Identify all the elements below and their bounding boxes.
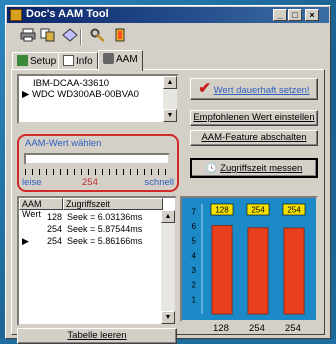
slider-max-label: schnell [144, 177, 174, 188]
tab-info-label: Info [76, 56, 93, 67]
y-tick-label-3: 3 [192, 266, 197, 275]
bar-0 [211, 225, 233, 315]
x-tick-label-1: 254 [249, 323, 265, 334]
title-bar: Doc's AAM Tool _ □ × [7, 7, 329, 23]
copy-icon[interactable] [38, 28, 58, 46]
access-time-chart: 1 2 3 4 5 6 7 128 254 254 [192, 203, 306, 315]
tab-aam-label: AAM [116, 54, 138, 65]
wrench-icon[interactable] [88, 28, 108, 46]
row-1-aam: 254 [47, 224, 63, 234]
drive-list[interactable]: IBM-DCAA-33610 ▶ WDC WD300AB-00BVA0 ▲ ▼ [17, 74, 179, 124]
app-window: Doc's AAM Tool _ □ × Setup Info AAM IBM-… [5, 5, 331, 344]
tab-setup-label: Setup [30, 56, 57, 67]
bar-data-label-1: 254 [251, 206, 265, 215]
measure-button[interactable]: 🕓 Zugriffszeit messen [190, 158, 318, 178]
column-header-time[interactable]: Zugriffszeit [63, 198, 163, 210]
set-recommended-button[interactable]: Empfohlenen Wert einstellen [190, 110, 318, 126]
setup-icon [17, 55, 28, 66]
row-1-time: Seek = 5.87544ms [67, 224, 143, 234]
slider-current-value: 254 [82, 177, 98, 188]
checkmark-icon: ✔ [198, 80, 211, 97]
set-permanent-label: Wert dauerhaft setzen! [213, 85, 310, 96]
drive-list-scrollbar[interactable]: ▲ ▼ [163, 76, 177, 122]
speaker-icon [103, 53, 114, 64]
measure-label: Zugriffszeit messen [220, 163, 303, 174]
clock-icon: 🕓 [205, 163, 218, 174]
results-table: AAM Wert Zugriffszeit 128 Seek = 6.03136… [17, 196, 177, 326]
chart-area: 1 2 3 4 5 6 7 128 254 254 128 254 254 [180, 196, 318, 334]
window-title: Doc's AAM Tool [26, 8, 109, 20]
aam-panel: IBM-DCAA-33610 ▶ WDC WD300AB-00BVA0 ▲ ▼ … [11, 69, 325, 344]
bar-data-label-0: 128 [215, 206, 229, 215]
aam-slider[interactable] [24, 153, 170, 165]
disable-aam-button[interactable]: AAM-Feature abschalten [190, 130, 318, 146]
tab-setup[interactable]: Setup [12, 52, 62, 70]
exit-icon[interactable] [110, 28, 130, 46]
bar-data-label-2: 254 [287, 206, 301, 215]
tab-aam[interactable]: AAM [98, 50, 143, 71]
bar-2 [283, 227, 305, 315]
drive-item-0[interactable]: IBM-DCAA-33610 [33, 78, 109, 89]
x-tick-label-0: 128 [213, 323, 229, 334]
toolbar [8, 26, 328, 48]
current-row-arrow-icon: ▶ [22, 236, 29, 246]
y-tick-label-4: 4 [192, 251, 197, 260]
selected-arrow-icon: ▶ [22, 89, 32, 100]
scroll-down-icon[interactable]: ▼ [163, 109, 177, 122]
close-button[interactable]: × [305, 9, 319, 21]
maximize-button[interactable]: □ [288, 9, 302, 21]
chart-plot: 1 2 3 4 5 6 7 128 254 254 [180, 196, 318, 322]
set-recommended-label: Empfohlenen Wert einstellen [193, 112, 315, 123]
info-icon [63, 55, 74, 66]
scroll-up-icon[interactable]: ▲ [163, 76, 177, 89]
y-tick-label-7: 7 [192, 207, 197, 216]
disable-aam-label: AAM-Feature abschalten [201, 132, 307, 143]
column-header-aam[interactable]: AAM Wert [19, 198, 63, 219]
bar-1 [247, 227, 269, 315]
clear-table-label: Tabelle leeren [67, 330, 127, 341]
row-0-time: Seek = 6.03136ms [67, 212, 143, 222]
aam-group-label: AAM-Wert wählen [25, 138, 102, 149]
drive-item-1-label: WDC WD300AB-00BVA0 [31, 89, 139, 100]
row-2-aam: 254 [47, 236, 63, 246]
row-2-time: Seek = 5.86166ms [67, 236, 143, 246]
y-tick-label-5: 5 [192, 237, 197, 246]
aam-slider-group: AAM-Wert wählen leise 254 schnell [17, 134, 179, 192]
slider-min-label: leise [22, 177, 42, 188]
clear-table-button[interactable]: Tabelle leeren [17, 328, 177, 344]
x-tick-label-2: 254 [285, 323, 301, 334]
table-scroll-up-icon[interactable]: ▲ [161, 210, 175, 223]
drive-item-1[interactable]: ▶ WDC WD300AB-00BVA0 [22, 89, 139, 100]
table-scroll-down-icon[interactable]: ▼ [161, 311, 175, 324]
diamond-icon[interactable] [60, 28, 80, 46]
set-permanent-button[interactable]: ✔ Wert dauerhaft setzen! [190, 78, 318, 100]
tab-info[interactable]: Info [58, 52, 98, 70]
table-scrollbar[interactable]: ▲ ▼ [161, 210, 175, 324]
y-tick-label-1: 1 [192, 295, 197, 304]
slider-ticks [25, 169, 169, 175]
row-0-aam: 128 [47, 212, 63, 222]
printer-icon[interactable] [18, 28, 38, 46]
y-tick-label-6: 6 [192, 222, 197, 231]
minimize-button[interactable]: _ [273, 9, 287, 21]
app-icon [10, 9, 22, 21]
y-tick-label-2: 2 [192, 281, 197, 290]
toolbar-separator [80, 29, 82, 45]
